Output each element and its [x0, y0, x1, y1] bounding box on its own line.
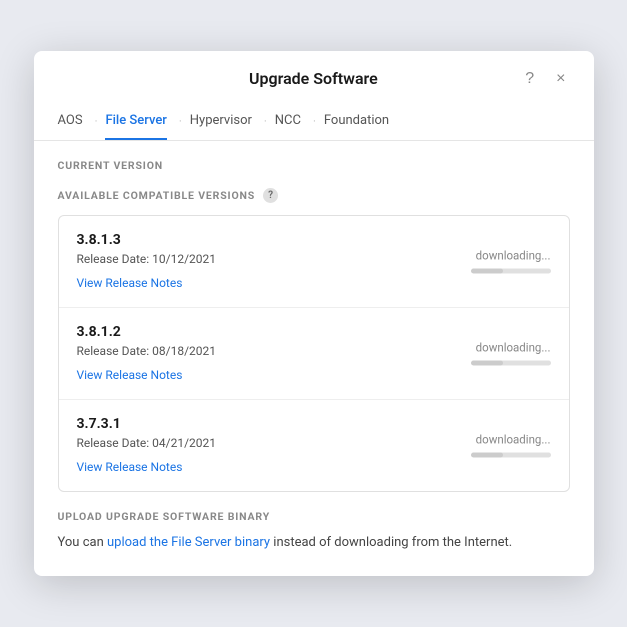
progress-bar-1: [471, 269, 551, 274]
progress-bar-2: [471, 361, 551, 366]
close-button[interactable]: ×: [552, 69, 569, 89]
upload-text-after: instead of downloading from the Internet…: [270, 535, 512, 550]
help-button[interactable]: ?: [521, 69, 538, 89]
available-help-icon[interactable]: ?: [263, 188, 278, 203]
tab-hypervisor[interactable]: Hypervisor: [190, 103, 252, 140]
download-status-2: downloading...: [471, 341, 551, 366]
tab-file-server[interactable]: File Server: [105, 103, 166, 140]
current-version-label: CURRENT VERSION: [58, 159, 570, 172]
progress-bar-3: [471, 453, 551, 458]
downloading-text-3: downloading...: [476, 433, 551, 447]
upload-section: UPLOAD UPGRADE SOFTWARE BINARY You can u…: [58, 510, 570, 553]
version-number-1: 3.8.1.3: [77, 232, 551, 248]
tab-dot-3: ·: [264, 115, 267, 128]
upload-label: UPLOAD UPGRADE SOFTWARE BINARY: [58, 510, 570, 523]
downloading-text-2: downloading...: [476, 341, 551, 355]
version-number-2: 3.8.1.2: [77, 324, 551, 340]
view-release-notes-3[interactable]: View Release Notes: [77, 460, 183, 474]
download-status-1: downloading...: [471, 249, 551, 274]
progress-fill-3: [471, 453, 503, 458]
available-header: AVAILABLE COMPATIBLE VERSIONS ?: [58, 188, 570, 203]
current-version-section: CURRENT VERSION: [58, 159, 570, 172]
available-label: AVAILABLE COMPATIBLE VERSIONS: [58, 189, 256, 202]
progress-fill-1: [471, 269, 503, 274]
downloading-text-1: downloading...: [476, 249, 551, 263]
tab-dot-4: ·: [313, 115, 316, 128]
upgrade-software-modal: Upgrade Software ? × AOS · File Server ·…: [34, 51, 594, 577]
modal-body: CURRENT VERSION AVAILABLE COMPATIBLE VER…: [34, 141, 594, 577]
modal-header-actions: ? ×: [521, 69, 569, 89]
upload-text: You can upload the File Server binary in…: [58, 533, 570, 553]
modal-header: Upgrade Software ? ×: [34, 51, 594, 89]
version-item-1: 3.8.1.3 Release Date: 10/12/2021 View Re…: [59, 216, 569, 308]
version-number-3: 3.7.3.1: [77, 416, 551, 432]
upload-link[interactable]: upload the File Server binary: [107, 535, 270, 550]
version-item-2: 3.8.1.2 Release Date: 08/18/2021 View Re…: [59, 308, 569, 400]
tab-aos[interactable]: AOS: [58, 103, 83, 140]
upload-text-before: You can: [58, 535, 107, 550]
progress-fill-2: [471, 361, 503, 366]
tab-ncc[interactable]: NCC: [275, 103, 301, 140]
versions-container: 3.8.1.3 Release Date: 10/12/2021 View Re…: [58, 215, 570, 492]
version-item-3: 3.7.3.1 Release Date: 04/21/2021 View Re…: [59, 400, 569, 491]
tabs-bar: AOS · File Server · Hypervisor · NCC · F…: [34, 103, 594, 141]
modal-overlay: Upgrade Software ? × AOS · File Server ·…: [0, 0, 627, 627]
tab-foundation[interactable]: Foundation: [324, 103, 389, 140]
tab-dot-2: ·: [179, 115, 182, 128]
view-release-notes-2[interactable]: View Release Notes: [77, 368, 183, 382]
tab-dot-1: ·: [95, 115, 98, 128]
download-status-3: downloading...: [471, 433, 551, 458]
modal-title: Upgrade Software: [106, 69, 522, 88]
view-release-notes-1[interactable]: View Release Notes: [77, 276, 183, 290]
